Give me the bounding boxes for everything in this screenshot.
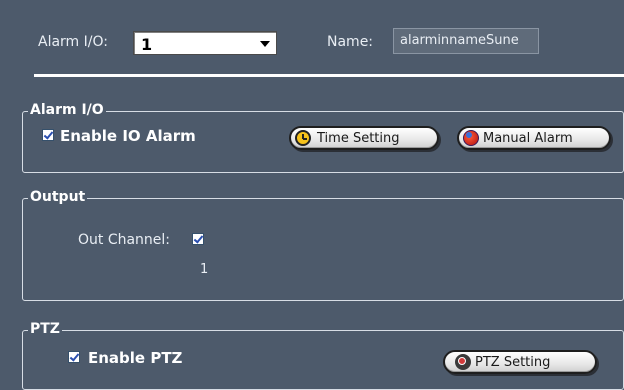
output-group-title: Output [28,189,88,205]
enable-io-alarm-label: Enable IO Alarm [60,127,196,145]
manual-alarm-label: Manual Alarm [483,131,573,146]
ptz-camera-icon [455,354,471,370]
divider [34,74,624,77]
alarm-io-label: Alarm I/O: [38,34,108,50]
alarm-icon [463,130,479,146]
output-group [22,198,624,301]
ptz-group-title: PTZ [28,321,62,337]
manual-alarm-button[interactable]: Manual Alarm [457,126,611,150]
clock-icon [295,130,311,146]
name-label: Name: [327,34,374,50]
alarm-io-select[interactable]: 1 [133,31,277,55]
time-setting-label: Time Setting [317,131,400,146]
out-channel-label: Out Channel: [78,232,171,248]
ptz-setting-button[interactable]: PTZ Setting [443,350,597,374]
enable-io-alarm-checkbox[interactable] [42,129,54,141]
ptz-setting-label: PTZ Setting [475,355,551,370]
out-channel-checkbox[interactable] [192,233,204,245]
time-setting-button[interactable]: Time Setting [289,126,439,150]
enable-ptz-label: Enable PTZ [88,349,183,367]
enable-ptz-checkbox[interactable] [68,351,80,363]
alarm-settings-panel: Alarm I/O: 1 Name: alarminnameSune Alarm… [0,0,624,390]
alarm-io-group-title: Alarm I/O [28,102,106,118]
chevron-down-icon [260,41,270,47]
channel-number: 1 [200,262,209,277]
name-field[interactable]: alarminnameSune [393,28,539,54]
alarm-io-value: 1 [141,35,153,54]
